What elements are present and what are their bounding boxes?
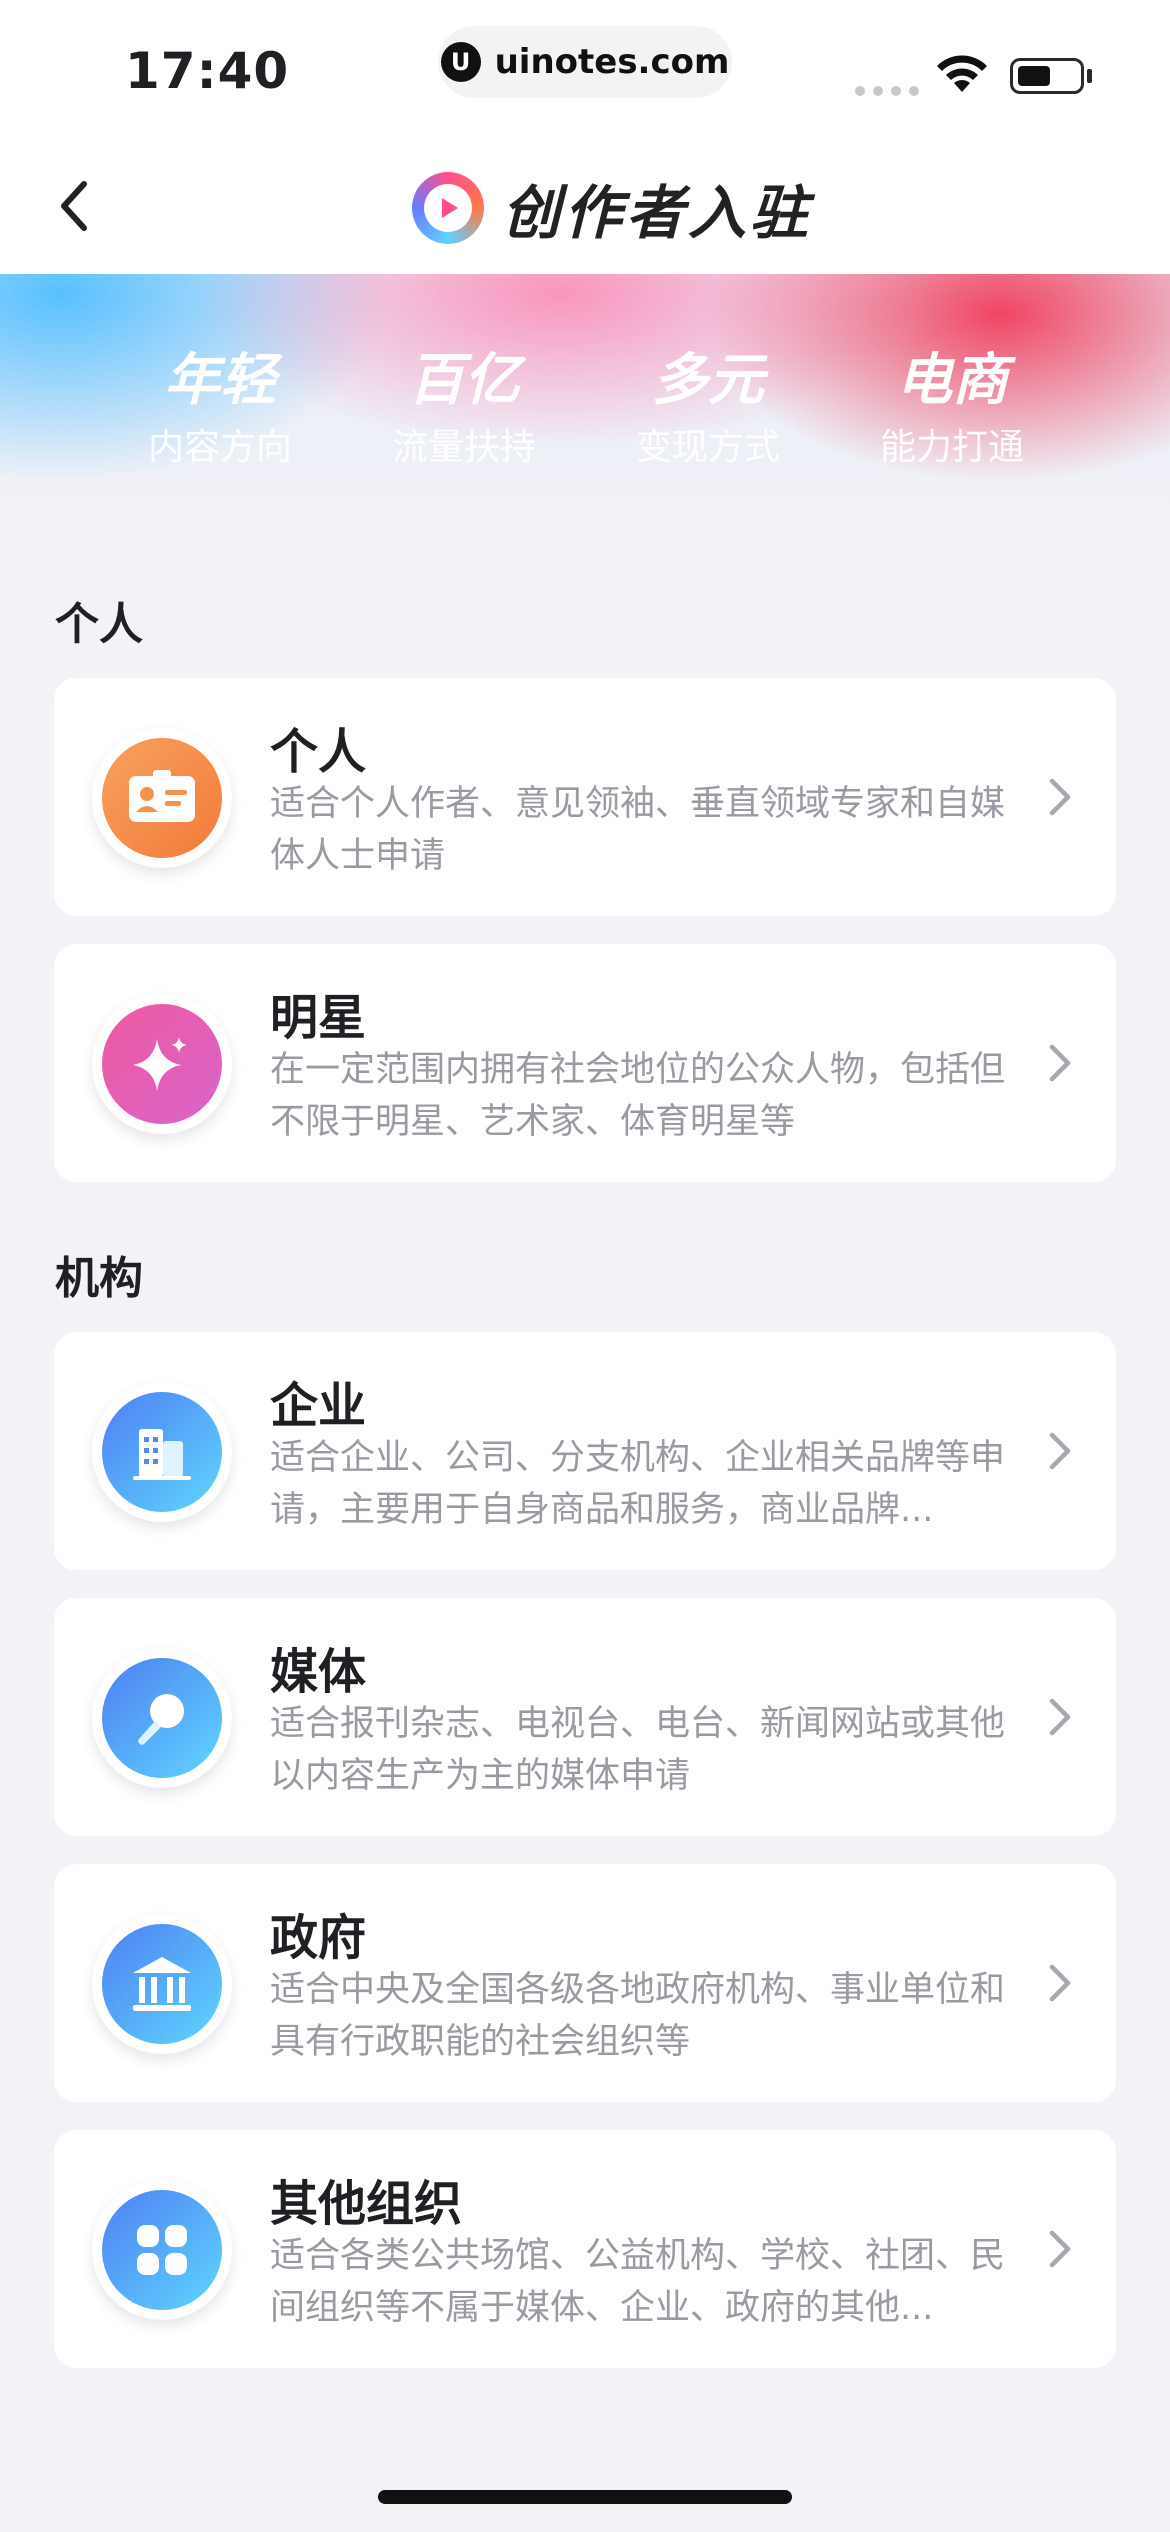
status-bar: 17:40 U uinotes.com (0, 0, 1170, 140)
chevron-right-icon (1049, 1698, 1071, 1736)
card-icon-frame (92, 1914, 232, 2054)
building-icon (102, 1392, 222, 1512)
card-icon-frame (92, 2180, 232, 2320)
card-description: 适合各类公共场馆、公益机构、学校、社团、民间组织等不属于媒体、企业、政府的其他.… (270, 2236, 1006, 2328)
feature-heading: 年轻 (164, 348, 276, 413)
card-title: 企业 (270, 1378, 367, 1434)
feature-caption: 流量扶持 (391, 427, 536, 468)
battery-cap (1087, 69, 1092, 83)
url-text: uinotes.com (494, 42, 730, 82)
signal-icon (855, 86, 919, 96)
card-celebrity[interactable]: 明星 在一定范围内拥有社会地位的公众人物，包括但不限于明星、艺术家、体育明星等 (54, 944, 1116, 1182)
card-media[interactable]: 媒体 适合报刊杂志、电视台、电台、新闻网站或其他以内容生产为主的媒体申请 (54, 1598, 1116, 1836)
feature-heading: 多元 (652, 348, 764, 413)
feature-3: 多元 变现方式 (598, 350, 818, 470)
feature-caption: 内容方向 (147, 427, 292, 468)
uinotes-logo-icon: U (440, 42, 481, 82)
feature-heading: 百亿 (408, 348, 520, 413)
home-indicator (378, 2490, 792, 2504)
play-logo-icon (412, 172, 484, 244)
section-title-personal: 个人 (55, 599, 143, 650)
card-other-org[interactable]: 其他组织 适合各类公共场馆、公益机构、学校、社团、民间组织等不属于媒体、企业、政… (54, 2130, 1116, 2368)
card-title: 媒体 (270, 1644, 367, 1700)
banner-fade (0, 484, 1170, 574)
section-title-org: 机构 (55, 1253, 143, 1304)
grid-icon (102, 2190, 222, 2310)
card-title: 其他组织 (270, 2176, 463, 2232)
card-icon-frame (92, 1648, 232, 1788)
microphone-icon (102, 1658, 222, 1778)
chevron-right-icon (1049, 1432, 1071, 1470)
hero-banner: 年轻 内容方向 百亿 流量扶持 多元 变现方式 电商 能力打通 (0, 274, 1170, 574)
card-icon-frame (92, 1382, 232, 1522)
wifi-icon (937, 55, 987, 92)
card-description: 在一定范围内拥有社会地位的公众人物，包括但不限于明星、艺术家、体育明星等 (270, 1050, 1006, 1142)
card-government[interactable]: 政府 适合中央及全国各级各地政府机构、事业单位和具有行政职能的社会组织等 (54, 1864, 1116, 2102)
feature-2: 百亿 流量扶持 (354, 350, 574, 470)
card-description: 适合报刊杂志、电视台、电台、新闻网站或其他以内容生产为主的媒体申请 (270, 1704, 1006, 1796)
page-title: 创作者入驻 (502, 179, 813, 247)
feature-caption: 变现方式 (635, 427, 780, 468)
feature-1: 年轻 内容方向 (110, 350, 330, 470)
card-icon-frame (92, 728, 232, 868)
url-pill[interactable]: U uinotes.com (438, 26, 732, 98)
battery-icon (1010, 58, 1084, 94)
card-title: 明星 (270, 990, 367, 1046)
feature-caption: 能力打通 (879, 427, 1024, 468)
id-card-icon (102, 738, 222, 858)
chevron-right-icon (1049, 778, 1071, 816)
card-title: 个人 (270, 724, 367, 780)
brand: 创作者入驻 (412, 170, 812, 247)
chevron-left-icon[interactable] (40, 170, 112, 242)
card-title: 政府 (270, 1910, 367, 1966)
government-icon (102, 1924, 222, 2044)
card-description: 适合个人作者、意见领袖、垂直领域专家和自媒体人士申请 (270, 784, 1006, 876)
feature-4: 电商 能力打通 (842, 350, 1062, 470)
card-description: 适合中央及全国各级各地政府机构、事业单位和具有行政职能的社会组织等 (270, 1970, 1006, 2062)
chevron-right-icon (1049, 1044, 1071, 1082)
nav-bar: 创作者入驻 (0, 140, 1170, 274)
chevron-right-icon (1049, 1964, 1071, 2002)
card-description: 适合企业、公司、分支机构、企业相关品牌等申请，主要用于自身商品和服务，商业品牌.… (270, 1438, 1006, 1530)
card-enterprise[interactable]: 企业 适合企业、公司、分支机构、企业相关品牌等申请，主要用于自身商品和服务，商业… (54, 1332, 1116, 1570)
sparkle-icon (102, 1004, 222, 1124)
card-icon-frame (92, 994, 232, 1134)
chevron-right-icon (1049, 2230, 1071, 2268)
feature-heading: 电商 (896, 348, 1008, 413)
status-time: 17:40 (125, 42, 290, 100)
card-personal[interactable]: 个人 适合个人作者、意见领袖、垂直领域专家和自媒体人士申请 (54, 678, 1116, 916)
